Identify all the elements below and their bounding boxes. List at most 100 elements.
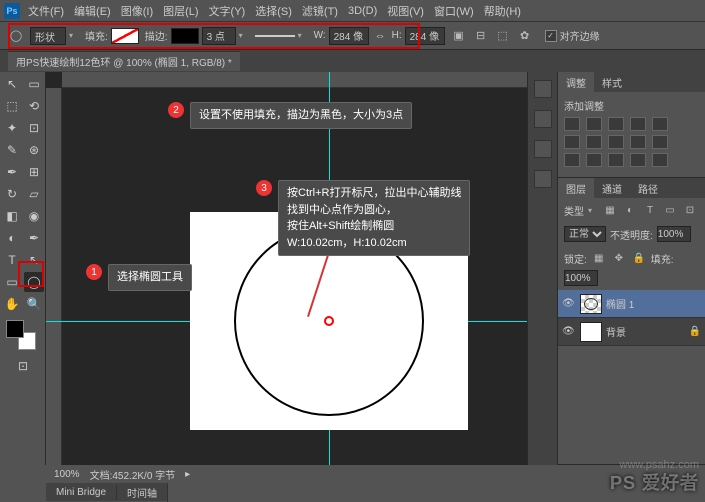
menu-layer[interactable]: 图层(L) xyxy=(163,3,198,19)
doc-info[interactable]: 文档:452.2K/0 字节 xyxy=(90,467,176,482)
stamp-tool[interactable]: ⊞ xyxy=(24,162,44,182)
collapsed-panel-icon[interactable] xyxy=(534,110,552,128)
tab-adjustments[interactable]: 调整 xyxy=(558,72,594,93)
canvas-area[interactable]: 1 选择椭圆工具 2 设置不使用填充，描边为黑色，大小为3点 3 按Ctrl+R… xyxy=(46,72,527,465)
menu-image[interactable]: 图像(I) xyxy=(121,3,153,19)
layer-name[interactable]: 背景 xyxy=(606,324,626,339)
zoom-level[interactable]: 100% xyxy=(54,469,80,480)
menu-window[interactable]: 窗口(W) xyxy=(434,3,474,19)
adj-gradient-map-icon[interactable] xyxy=(630,153,646,167)
ellipse-tool[interactable]: ◯ xyxy=(24,272,44,292)
adj-levels-icon[interactable] xyxy=(586,117,602,131)
stroke-swatch[interactable] xyxy=(171,28,199,44)
tab-layers[interactable]: 图层 xyxy=(558,178,594,199)
filter-pixel-icon[interactable]: ▦ xyxy=(602,202,618,218)
menu-file[interactable]: 文件(F) xyxy=(28,3,64,19)
tool-preset-icon[interactable]: ◯ xyxy=(8,28,24,44)
blur-tool[interactable]: ◉ xyxy=(24,206,44,226)
filter-adj-icon[interactable]: ◐ xyxy=(622,202,638,218)
fill-opacity-input[interactable] xyxy=(564,270,598,286)
crop-tool[interactable]: ⊡ xyxy=(24,118,44,138)
adj-posterize-icon[interactable] xyxy=(586,153,602,167)
adj-brightness-icon[interactable] xyxy=(564,117,580,131)
layer-row[interactable]: 👁 椭圆 1 xyxy=(558,290,705,318)
width-input[interactable] xyxy=(329,27,369,45)
layer-row[interactable]: 👁 背景 🔒 xyxy=(558,318,705,346)
adj-curves-icon[interactable] xyxy=(608,117,624,131)
chevron-down-icon[interactable]: ▾ xyxy=(69,31,79,40)
menu-filter[interactable]: 滤镜(T) xyxy=(302,3,338,19)
layer-name[interactable]: 椭圆 1 xyxy=(606,296,634,311)
adj-bw-icon[interactable] xyxy=(586,135,602,149)
visibility-icon[interactable]: 👁 xyxy=(562,326,576,337)
lock-pixels-icon[interactable]: ▦ xyxy=(591,250,607,266)
hand-tool[interactable]: ✋ xyxy=(2,294,22,314)
chevron-right-icon[interactable]: ▸ xyxy=(185,469,190,480)
tab-channels[interactable]: 通道 xyxy=(594,178,630,199)
lock-all-icon[interactable]: 🔒 xyxy=(631,250,647,266)
healing-tool[interactable]: ⊛ xyxy=(24,140,44,160)
filter-smart-icon[interactable]: ⊡ xyxy=(682,202,698,218)
chevron-down-icon[interactable]: ▾ xyxy=(298,31,308,40)
document-tab[interactable]: 用PS快速绘制12色环 @ 100% (椭圆 1, RGB/8) * xyxy=(8,51,240,71)
path-select-tool[interactable]: ↖ xyxy=(24,250,44,270)
align-edges-checkbox[interactable]: ✓ xyxy=(545,30,557,42)
rectangle-tool[interactable]: ▭ xyxy=(2,272,22,292)
menu-type[interactable]: 文字(Y) xyxy=(209,3,246,19)
stroke-width-input[interactable] xyxy=(202,27,236,45)
blend-mode-select[interactable]: 正常 xyxy=(564,226,606,242)
move-tool[interactable]: ↖ xyxy=(2,74,22,94)
adj-hue-icon[interactable] xyxy=(564,135,580,149)
adj-threshold-icon[interactable] xyxy=(608,153,624,167)
tab-minibridge[interactable]: Mini Bridge xyxy=(46,485,117,500)
ruler-vertical[interactable] xyxy=(46,88,62,465)
adj-selective-icon[interactable] xyxy=(652,153,668,167)
menu-help[interactable]: 帮助(H) xyxy=(484,3,521,19)
menu-3d[interactable]: 3D(D) xyxy=(348,5,377,17)
gear-icon[interactable]: ✿ xyxy=(517,28,533,44)
history-brush-tool[interactable]: ↻ xyxy=(2,184,22,204)
chevron-down-icon[interactable]: ▾ xyxy=(239,31,249,40)
collapsed-panel-icon[interactable] xyxy=(534,80,552,98)
path-arrange-icon[interactable]: ⬚ xyxy=(495,28,511,44)
layer-thumbnail[interactable] xyxy=(580,294,602,314)
path-align-icon[interactable]: ⊟ xyxy=(473,28,489,44)
brush-tool[interactable]: ✒ xyxy=(2,162,22,182)
tab-timeline[interactable]: 时间轴 xyxy=(117,483,168,502)
menu-select[interactable]: 选择(S) xyxy=(255,3,292,19)
lasso-tool[interactable]: ⟲ xyxy=(24,96,44,116)
marquee-tool[interactable]: ⬚ xyxy=(2,96,22,116)
shape-mode-select[interactable]: 形状 xyxy=(30,27,66,45)
filter-shape-icon[interactable]: ▭ xyxy=(662,202,678,218)
chevron-down-icon[interactable]: ▾ xyxy=(588,206,598,215)
pen-tool[interactable]: ✒ xyxy=(24,228,44,248)
tab-paths[interactable]: 路径 xyxy=(630,178,666,199)
gradient-tool[interactable]: ◧ xyxy=(2,206,22,226)
adj-exposure-icon[interactable] xyxy=(630,117,646,131)
foreground-color-swatch[interactable] xyxy=(6,320,24,338)
zoom-tool[interactable]: 🔍 xyxy=(24,294,44,314)
quickmask-tool[interactable]: ⊡ xyxy=(2,356,44,376)
filter-type-icon[interactable]: T xyxy=(642,202,658,218)
menu-view[interactable]: 视图(V) xyxy=(387,3,424,19)
fill-swatch[interactable] xyxy=(111,28,139,44)
visibility-icon[interactable]: 👁 xyxy=(562,298,576,309)
layer-thumbnail[interactable] xyxy=(580,322,602,342)
height-input[interactable] xyxy=(405,27,445,45)
path-ops-icon[interactable]: ▣ xyxy=(451,28,467,44)
tab-styles[interactable]: 样式 xyxy=(594,72,630,93)
ruler-horizontal[interactable] xyxy=(62,72,527,88)
adj-photo-filter-icon[interactable] xyxy=(608,135,624,149)
eyedropper-tool[interactable]: ✎ xyxy=(2,140,22,160)
lock-position-icon[interactable]: ✥ xyxy=(611,250,627,266)
adj-invert-icon[interactable] xyxy=(564,153,580,167)
adj-vibrance-icon[interactable] xyxy=(652,117,668,131)
adj-lut-icon[interactable] xyxy=(652,135,668,149)
dodge-tool[interactable]: ◐ xyxy=(2,228,22,248)
stroke-style-preview[interactable] xyxy=(255,35,295,37)
wand-tool[interactable]: ✦ xyxy=(2,118,22,138)
color-swatches[interactable] xyxy=(6,320,36,350)
link-wh-icon[interactable]: ⇔ xyxy=(375,30,386,42)
menu-edit[interactable]: 编辑(E) xyxy=(74,3,111,19)
opacity-input[interactable] xyxy=(657,226,691,242)
